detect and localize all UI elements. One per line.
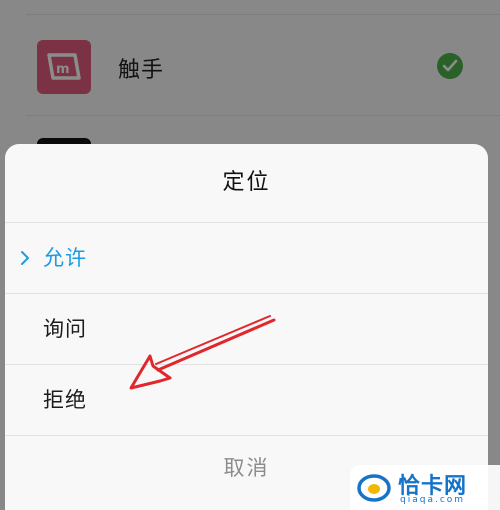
chevron-right-icon (21, 251, 29, 265)
option-ask[interactable]: 询问 (5, 294, 488, 364)
divider (5, 435, 488, 436)
sheet-title: 定位 (222, 170, 271, 195)
location-permission-sheet: 定位 允许 询问 拒绝 取消 (5, 144, 488, 510)
watermark: 恰卡网 qiaqa.com (350, 465, 500, 510)
option-label: 允许 (43, 246, 87, 270)
option-label: 询问 (43, 317, 87, 341)
option-deny[interactable]: 拒绝 (5, 365, 488, 435)
watermark-domain: qiaqa.com (400, 495, 466, 505)
option-label: 拒绝 (43, 388, 87, 412)
watermark-logo-icon (357, 474, 391, 502)
option-allow[interactable]: 允许 (5, 223, 488, 293)
